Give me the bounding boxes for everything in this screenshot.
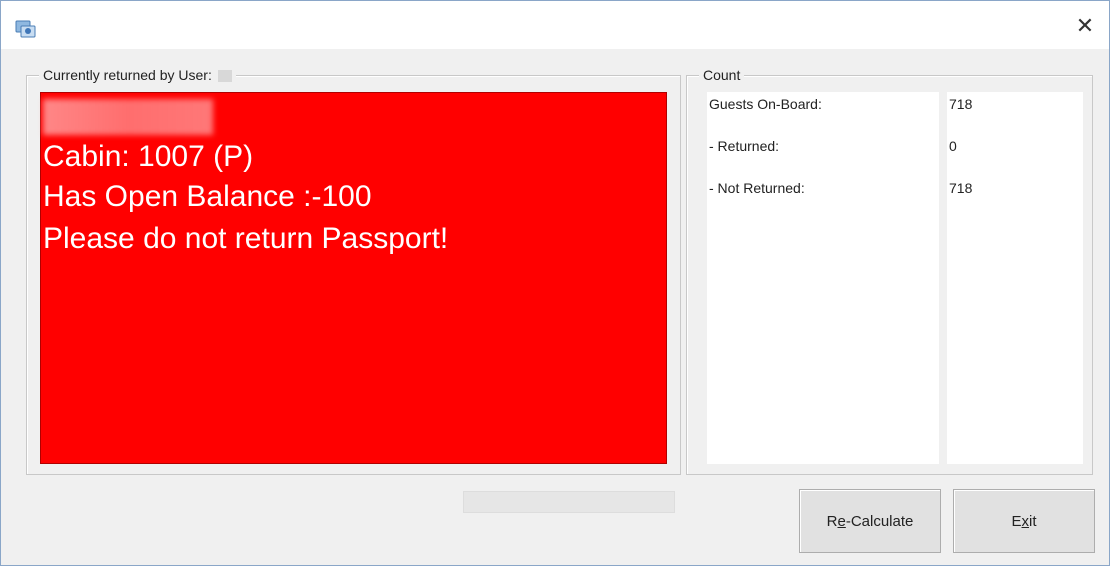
exit-button[interactable]: Ex it (953, 489, 1095, 553)
app-icon (15, 19, 37, 39)
count-group: Count Guests On-Board: - Returned: - Not… (686, 67, 1093, 475)
recalculate-button[interactable]: Re -Calculate (799, 489, 941, 553)
recalculate-label-start: R (826, 512, 838, 530)
exit-label-end: it (1029, 512, 1037, 530)
recalculate-mnemonic: e (837, 512, 846, 530)
returned-value: 0 (949, 138, 957, 154)
title-bar: ✕ (1, 1, 1109, 49)
redacted-user-name (217, 70, 232, 83)
guests-onboard-label: Guests On-Board: (709, 96, 822, 112)
count-labels-column: Guests On-Board: - Returned: - Not Retur… (707, 92, 939, 464)
passport-alert-panel: Cabin: 1007 (P) Has Open Balance :-100 P… (40, 92, 667, 464)
close-button[interactable]: ✕ (1067, 11, 1103, 41)
currently-returned-legend: Currently returned by User: (39, 67, 236, 83)
count-legend: Count (699, 67, 745, 83)
alert-warning-line: Please do not return Passport! (43, 222, 449, 255)
currently-returned-group: Currently returned by User: Cabin: 1007 … (26, 67, 681, 475)
recalculate-label-end: -Calculate (845, 512, 914, 530)
currently-returned-label: Currently returned by User: (43, 67, 212, 83)
returned-label: - Returned: (709, 138, 780, 154)
close-icon: ✕ (1075, 13, 1095, 38)
progress-bar (463, 491, 675, 513)
exit-mnemonic: x (1021, 512, 1030, 530)
redacted-guest-name (43, 99, 213, 135)
alert-cabin-line: Cabin: 1007 (P) (43, 140, 254, 173)
alert-balance-line: Has Open Balance :-100 (43, 180, 372, 213)
guests-onboard-value: 718 (949, 96, 973, 112)
not-returned-value: 718 (949, 180, 973, 196)
not-returned-label: - Not Returned: (709, 180, 805, 196)
exit-label-start: E (1011, 512, 1022, 530)
count-values-column: 718 0 718 (947, 92, 1083, 464)
dialog-window: ✕ Currently returned by User: Cabin: 100… (0, 0, 1110, 566)
